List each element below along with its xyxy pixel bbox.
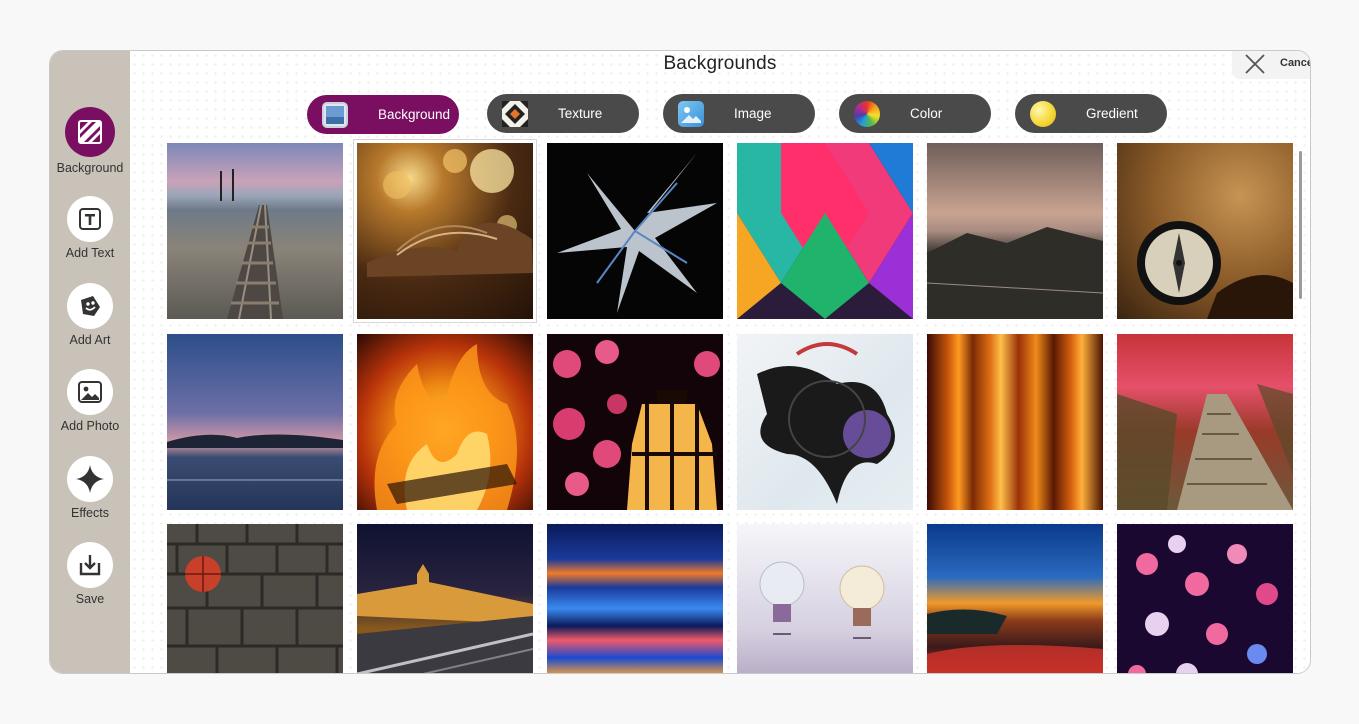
color-wheel-icon — [854, 100, 880, 127]
sidebar-item-label: Add Text — [65, 246, 115, 260]
text-icon — [67, 196, 113, 242]
tab-image[interactable]: Image — [663, 94, 815, 133]
main-panel: Backgrounds Cancel Background Texture — [130, 51, 1310, 673]
thumbnail-colorful-diamond-pattern[interactable] — [737, 143, 913, 319]
thumbnail-basketball-on-cobblestones[interactable] — [167, 524, 343, 673]
sticker-icon — [67, 283, 113, 329]
sidebar-item-add-art[interactable]: Add Art — [50, 283, 130, 347]
cancel-button[interactable]: Cancel — [1232, 51, 1310, 79]
cancel-label: Cancel — [1280, 57, 1310, 69]
backgrounds-dialog: Background Add Text Add Art Add Photo Ef… — [49, 50, 1311, 674]
photo-icon — [67, 369, 113, 415]
sidebar-item-effects[interactable]: Effects — [50, 456, 130, 520]
tab-label: Image — [734, 106, 772, 121]
thumbnail-coastal-sunset-flowers[interactable] — [927, 524, 1103, 673]
tab-background[interactable]: Background — [307, 95, 459, 134]
thumbnail-blue-light-streaks[interactable] — [547, 524, 723, 673]
thumbnail-orange-light-streaks[interactable] — [927, 334, 1103, 510]
sidebar-item-save[interactable]: Save — [50, 542, 130, 606]
sidebar: Background Add Text Add Art Add Photo Ef… — [50, 51, 130, 673]
tab-texture[interactable]: Texture — [487, 94, 639, 133]
sidebar-item-label: Effects — [71, 506, 109, 520]
thumbnail-lantern-with-pink-bokeh[interactable] — [547, 334, 723, 510]
tab-gredient[interactable]: Gredient — [1015, 94, 1167, 133]
thumbnail-light-bulbs[interactable] — [737, 524, 913, 673]
gradient-circle-icon — [1030, 100, 1056, 127]
tab-label: Color — [910, 106, 943, 121]
background-icon — [65, 107, 115, 157]
thumbnail-fire-flames[interactable] — [357, 334, 533, 510]
thumbnail-compass-on-old-map[interactable] — [1117, 143, 1293, 319]
thumbnail-lake-at-twilight[interactable] — [167, 334, 343, 510]
sidebar-item-label: Add Photo — [60, 419, 120, 433]
sidebar-item-add-text[interactable]: Add Text — [50, 196, 130, 260]
tab-label: Gredient — [1086, 106, 1138, 121]
sidebar-item-label: Save — [75, 592, 105, 606]
close-icon — [1245, 54, 1265, 74]
thumbnail-open-book-bokeh[interactable] — [353, 139, 537, 323]
sidebar-item-label: Add Art — [69, 333, 111, 347]
thumbnail-red-forest-boardwalk[interactable] — [1117, 334, 1293, 510]
sidebar-item-label: Background — [56, 161, 124, 175]
thumbnail-railway-tracks-at-dusk[interactable] — [167, 143, 343, 319]
background-thumbnail-icon — [322, 101, 348, 128]
tab-label: Texture — [558, 106, 603, 121]
sidebar-item-add-photo[interactable]: Add Photo — [50, 369, 130, 433]
page-title: Backgrounds — [663, 53, 777, 74]
image-icon — [678, 100, 704, 127]
sparkle-icon — [67, 456, 113, 502]
download-icon — [67, 542, 113, 588]
thumbnail-mountain-valley-sunset[interactable] — [927, 143, 1103, 319]
tab-label: Background — [378, 107, 451, 122]
gallery-scrollbar[interactable] — [1299, 151, 1302, 299]
texture-pattern-icon — [502, 100, 528, 127]
thumbnail-parliament-at-night[interactable] — [357, 524, 533, 673]
sidebar-item-background[interactable]: Background — [50, 107, 130, 175]
thumbnail-pink-blue-bokeh-lights[interactable] — [1117, 524, 1293, 673]
thumbnail-white-abstract-burst-on-black[interactable] — [547, 143, 723, 319]
thumbnail-abstract-ink-splash-art[interactable] — [737, 334, 913, 510]
tab-color[interactable]: Color — [839, 94, 991, 133]
